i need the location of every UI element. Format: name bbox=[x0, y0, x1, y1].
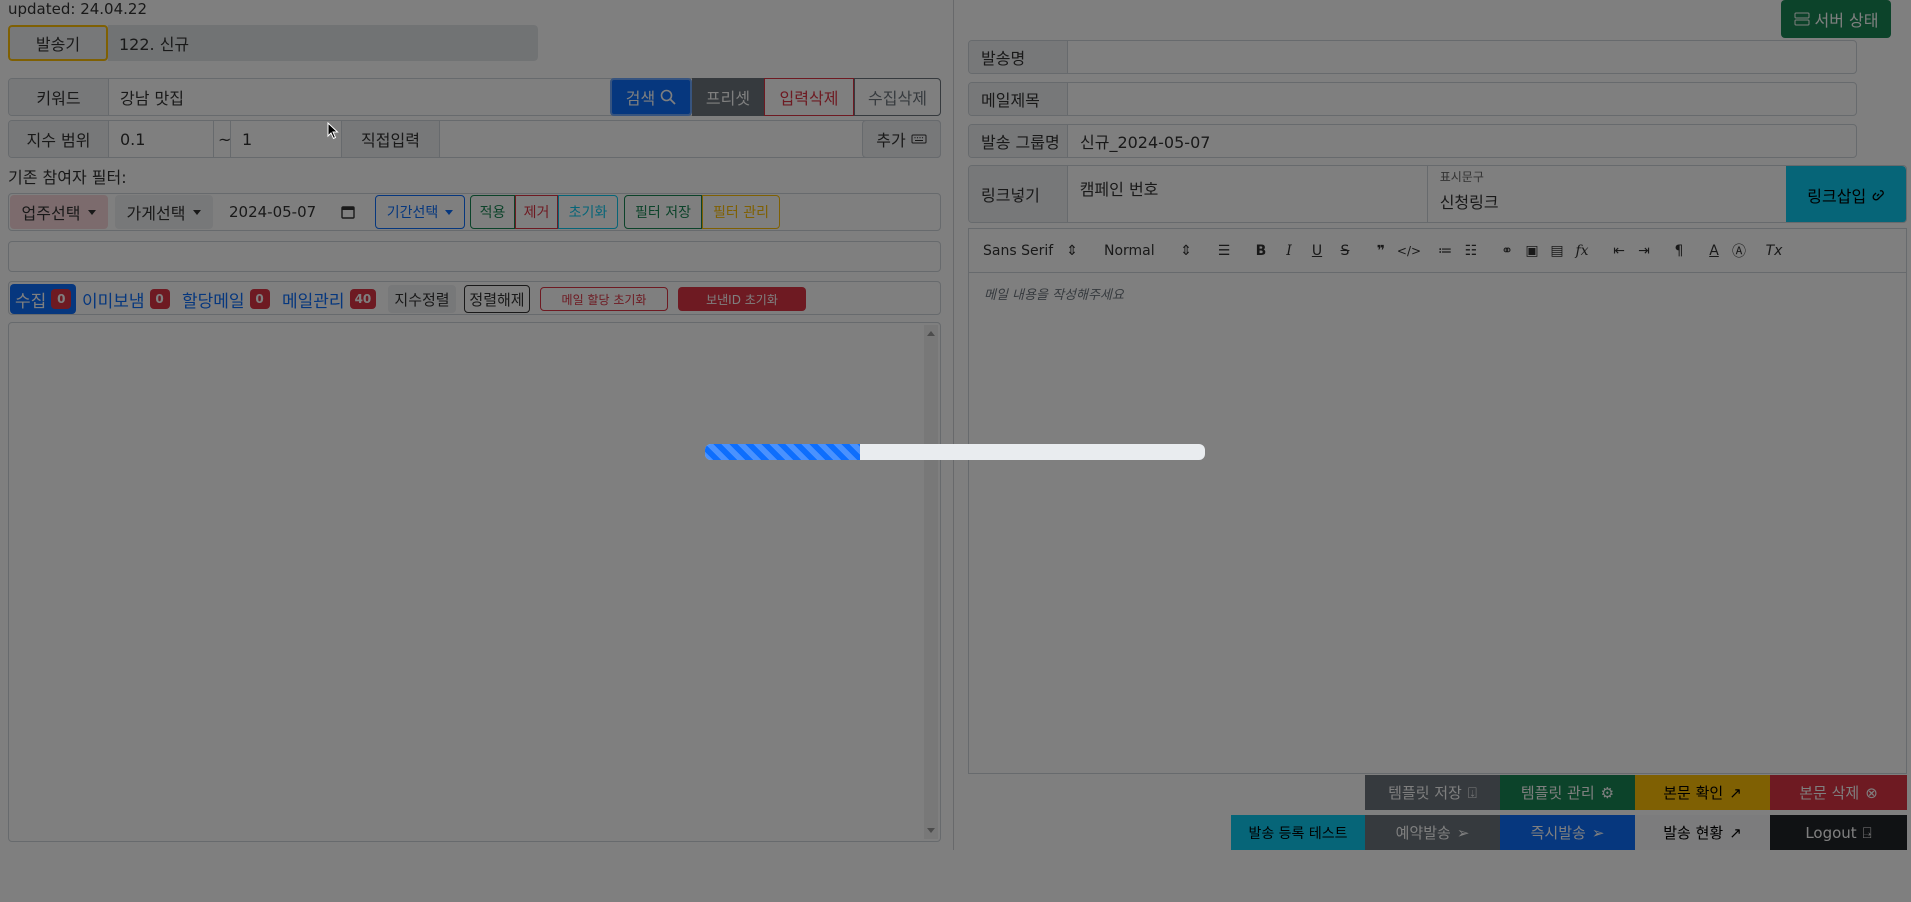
loading-overlay bbox=[0, 0, 1911, 902]
mouse-cursor-icon bbox=[327, 122, 339, 140]
loading-progress bbox=[705, 444, 1205, 460]
loading-progress-bar bbox=[705, 444, 860, 460]
